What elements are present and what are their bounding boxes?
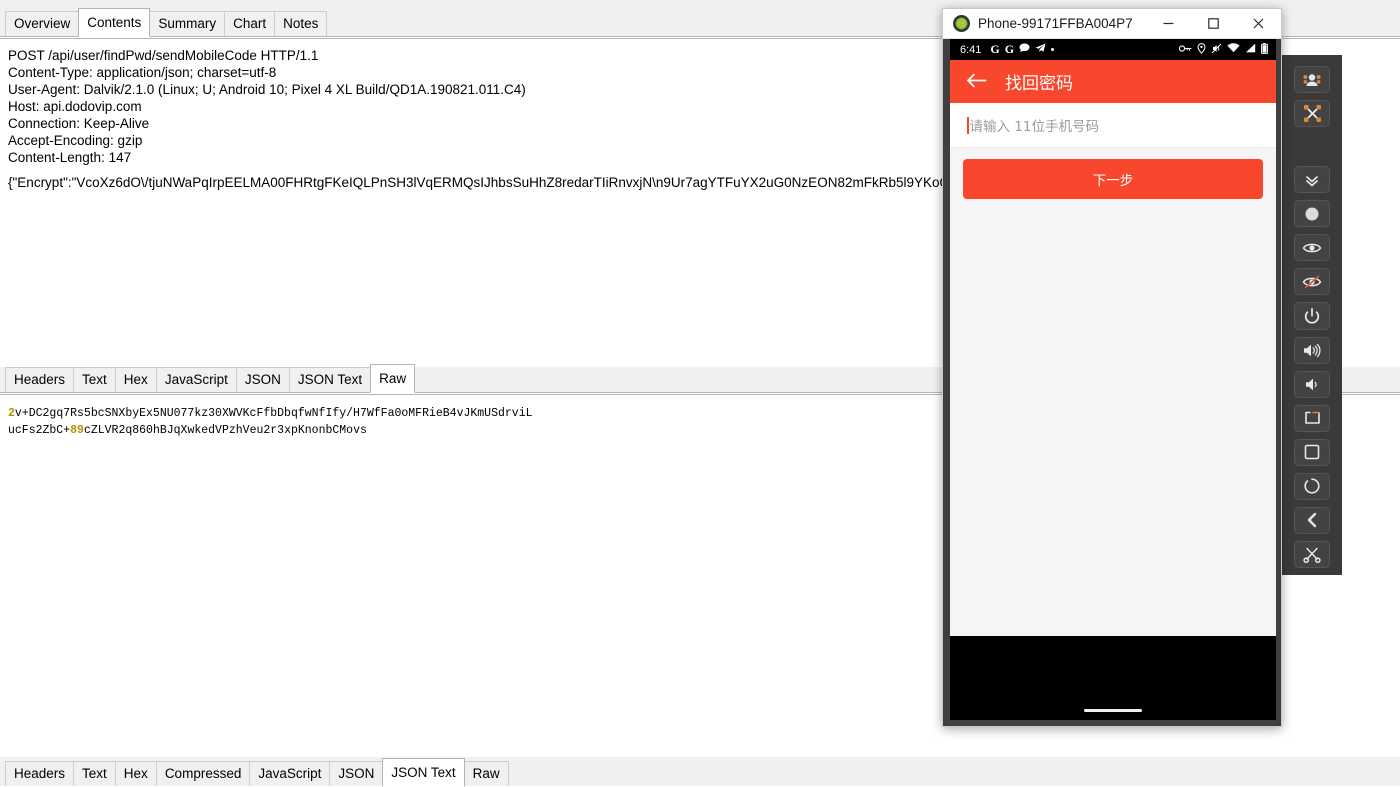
- response-tab-javascript[interactable]: JavaScript: [249, 761, 330, 787]
- phone-window-titlebar[interactable]: Phone-99171FFBA004P7: [943, 9, 1281, 39]
- group-users-icon-button[interactable]: [1294, 66, 1330, 93]
- location-icon: [1197, 43, 1206, 57]
- app-content-body: 下一步: [950, 148, 1276, 636]
- chat-bubble-icon: [1019, 43, 1030, 56]
- circle-home-icon-button[interactable]: [1294, 473, 1330, 500]
- request-tab-json-text[interactable]: JSON Text: [289, 367, 371, 393]
- telegram-icon: [1035, 43, 1046, 56]
- response-tab-json-text[interactable]: JSON Text: [382, 758, 464, 787]
- app-toolbar: 找回密码: [950, 60, 1276, 103]
- maximize-button[interactable]: [1191, 9, 1236, 38]
- raw-line-2-prefix: ucFs2ZbC+: [8, 424, 70, 437]
- android-status-bar: 6:41 G G: [950, 39, 1276, 60]
- tab-notes[interactable]: Notes: [274, 11, 327, 37]
- raw-line-1: v+DC2gq7Rs5bcSNXbyEx5NU077kz30XWVKcFfbDb…: [15, 407, 533, 420]
- circle-home-icon: [1304, 478, 1320, 494]
- rotate-icon: [1303, 410, 1322, 426]
- phone-screen[interactable]: 6:41 G G: [950, 39, 1276, 720]
- response-tab-hex[interactable]: Hex: [115, 761, 157, 787]
- rotate-icon-button[interactable]: [1294, 405, 1330, 432]
- mute-icon: [1211, 43, 1222, 57]
- g-icon-1: G: [990, 42, 999, 57]
- battery-icon: [1261, 43, 1268, 57]
- response-tab-raw[interactable]: Raw: [464, 761, 509, 787]
- request-tab-text[interactable]: Text: [73, 367, 116, 393]
- eye-off-icon-button[interactable]: [1294, 268, 1330, 295]
- raw-line-2: cZLVR2q860hBJqXwkedVPzhVeu2r3xpKnonbCMov…: [84, 424, 367, 437]
- eye-off-icon: [1302, 275, 1322, 289]
- response-tab-text[interactable]: Text: [73, 761, 116, 787]
- tab-overview[interactable]: Overview: [5, 11, 79, 37]
- g-icon-2: G: [1005, 42, 1014, 57]
- arrow-left-icon[interactable]: [966, 72, 987, 92]
- scissors-icon-button[interactable]: [1294, 541, 1330, 568]
- signal-icon: [1245, 43, 1256, 56]
- square-recents-icon-button[interactable]: [1294, 439, 1330, 466]
- text-cursor: [967, 117, 969, 134]
- minimize-button[interactable]: [1146, 9, 1191, 38]
- request-tab-hex[interactable]: Hex: [115, 367, 157, 393]
- close-button[interactable]: [1236, 9, 1281, 38]
- record-circle-icon: [1303, 205, 1321, 223]
- back-chevron-icon: [1305, 512, 1319, 528]
- volume-up-icon-button[interactable]: [1294, 337, 1330, 364]
- tab-chart[interactable]: Chart: [224, 11, 275, 37]
- eye-icon-button[interactable]: [1294, 234, 1330, 261]
- response-tab-headers[interactable]: Headers: [5, 761, 74, 787]
- chevron-double-down-icon: [1303, 173, 1321, 187]
- volume-down-icon: [1302, 377, 1322, 392]
- next-step-button[interactable]: 下一步: [963, 159, 1263, 199]
- record-circle-icon-button[interactable]: [1294, 200, 1330, 227]
- volume-down-icon-button[interactable]: [1294, 371, 1330, 398]
- phone-mirror-window: Phone-99171FFBA004P7 6:41 G G: [942, 8, 1282, 727]
- request-tab-javascript[interactable]: JavaScript: [156, 367, 237, 393]
- request-tab-raw[interactable]: Raw: [370, 364, 415, 394]
- tab-summary[interactable]: Summary: [149, 11, 225, 37]
- power-icon: [1304, 308, 1320, 325]
- app-page-title: 找回密码: [1005, 69, 1073, 94]
- back-chevron-icon-button[interactable]: [1294, 507, 1330, 534]
- tab-contents[interactable]: Contents: [78, 8, 150, 38]
- raw-highlight-1: 2: [8, 407, 15, 420]
- phone-number-input-placeholder: 请输入 11位手机号码: [970, 115, 1099, 135]
- response-tab-compressed[interactable]: Compressed: [156, 761, 251, 787]
- phone-navigation-area: [950, 636, 1276, 720]
- request-tab-json[interactable]: JSON: [236, 367, 290, 393]
- response-tab-json[interactable]: JSON: [329, 761, 383, 787]
- dot-icon: [1051, 48, 1054, 51]
- status-time: 6:41: [960, 44, 981, 56]
- volume-up-icon: [1302, 343, 1322, 358]
- square-recents-icon: [1304, 444, 1320, 460]
- wifi-icon: [1227, 43, 1240, 56]
- phone-window-title: Phone-99171FFBA004P7: [978, 16, 1146, 31]
- fullscreen-expand-icon: [1304, 105, 1321, 122]
- request-tab-headers[interactable]: Headers: [5, 367, 74, 393]
- scissors-icon: [1303, 547, 1321, 563]
- response-view-tabstrip: Headers Text Hex Compressed JavaScript J…: [0, 757, 1400, 786]
- key-icon: [1179, 44, 1192, 56]
- power-icon-button[interactable]: [1294, 302, 1330, 329]
- gesture-home-bar[interactable]: [1084, 709, 1142, 712]
- emulator-side-toolbar: [1282, 55, 1342, 575]
- group-users-icon: [1303, 73, 1321, 87]
- fullscreen-expand-icon-button[interactable]: [1294, 100, 1330, 127]
- phone-number-input-row[interactable]: 请输入 11位手机号码: [950, 103, 1276, 148]
- eye-icon: [1302, 241, 1322, 255]
- raw-highlight-2: 89: [70, 424, 84, 437]
- android-robot-icon: [953, 15, 970, 32]
- chevron-double-down-icon-button[interactable]: [1294, 166, 1330, 193]
